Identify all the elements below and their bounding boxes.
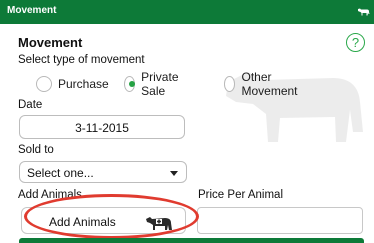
add-cow-icon — [146, 217, 172, 230]
movement-type-label: Select type of movement — [18, 54, 145, 66]
radio-selected-icon[interactable] — [124, 76, 136, 92]
radio-circle-icon[interactable] — [36, 76, 52, 92]
add-animals-button[interactable]: Add Animals — [21, 207, 186, 234]
radio-purchase[interactable]: Purchase — [36, 74, 109, 94]
date-label: Date — [18, 99, 43, 111]
price-per-animal-label: Price Per Animal — [198, 189, 284, 201]
add-animals-button-label: Add Animals — [49, 215, 116, 229]
radio-other-movement[interactable]: Other Movement — [224, 70, 302, 98]
radio-private-sale-label: Private Sale — [141, 70, 179, 98]
radio-private-sale[interactable]: Private Sale — [124, 70, 183, 98]
save-button[interactable] — [19, 238, 364, 243]
sold-to-value: Select one... — [27, 166, 94, 180]
radio-other-movement-label: Other Movement — [241, 70, 298, 98]
price-per-animal-input[interactable] — [197, 207, 363, 234]
sold-to-select[interactable]: Select one... — [19, 161, 187, 183]
cow-icon — [358, 8, 370, 16]
form-heading: Movement — [18, 35, 83, 50]
add-animals-label: Add Animals — [18, 189, 82, 201]
date-field[interactable]: 3-11-2015 — [19, 115, 185, 139]
dropdown-caret-icon — [170, 171, 178, 176]
help-icon[interactable]: ? — [346, 33, 365, 52]
title-bar: Movement — [0, 0, 374, 24]
radio-purchase-label: Purchase — [58, 77, 109, 91]
sold-to-label: Sold to — [18, 144, 54, 156]
radio-circle-icon[interactable] — [224, 76, 236, 92]
window-title: Movement — [7, 5, 57, 16]
